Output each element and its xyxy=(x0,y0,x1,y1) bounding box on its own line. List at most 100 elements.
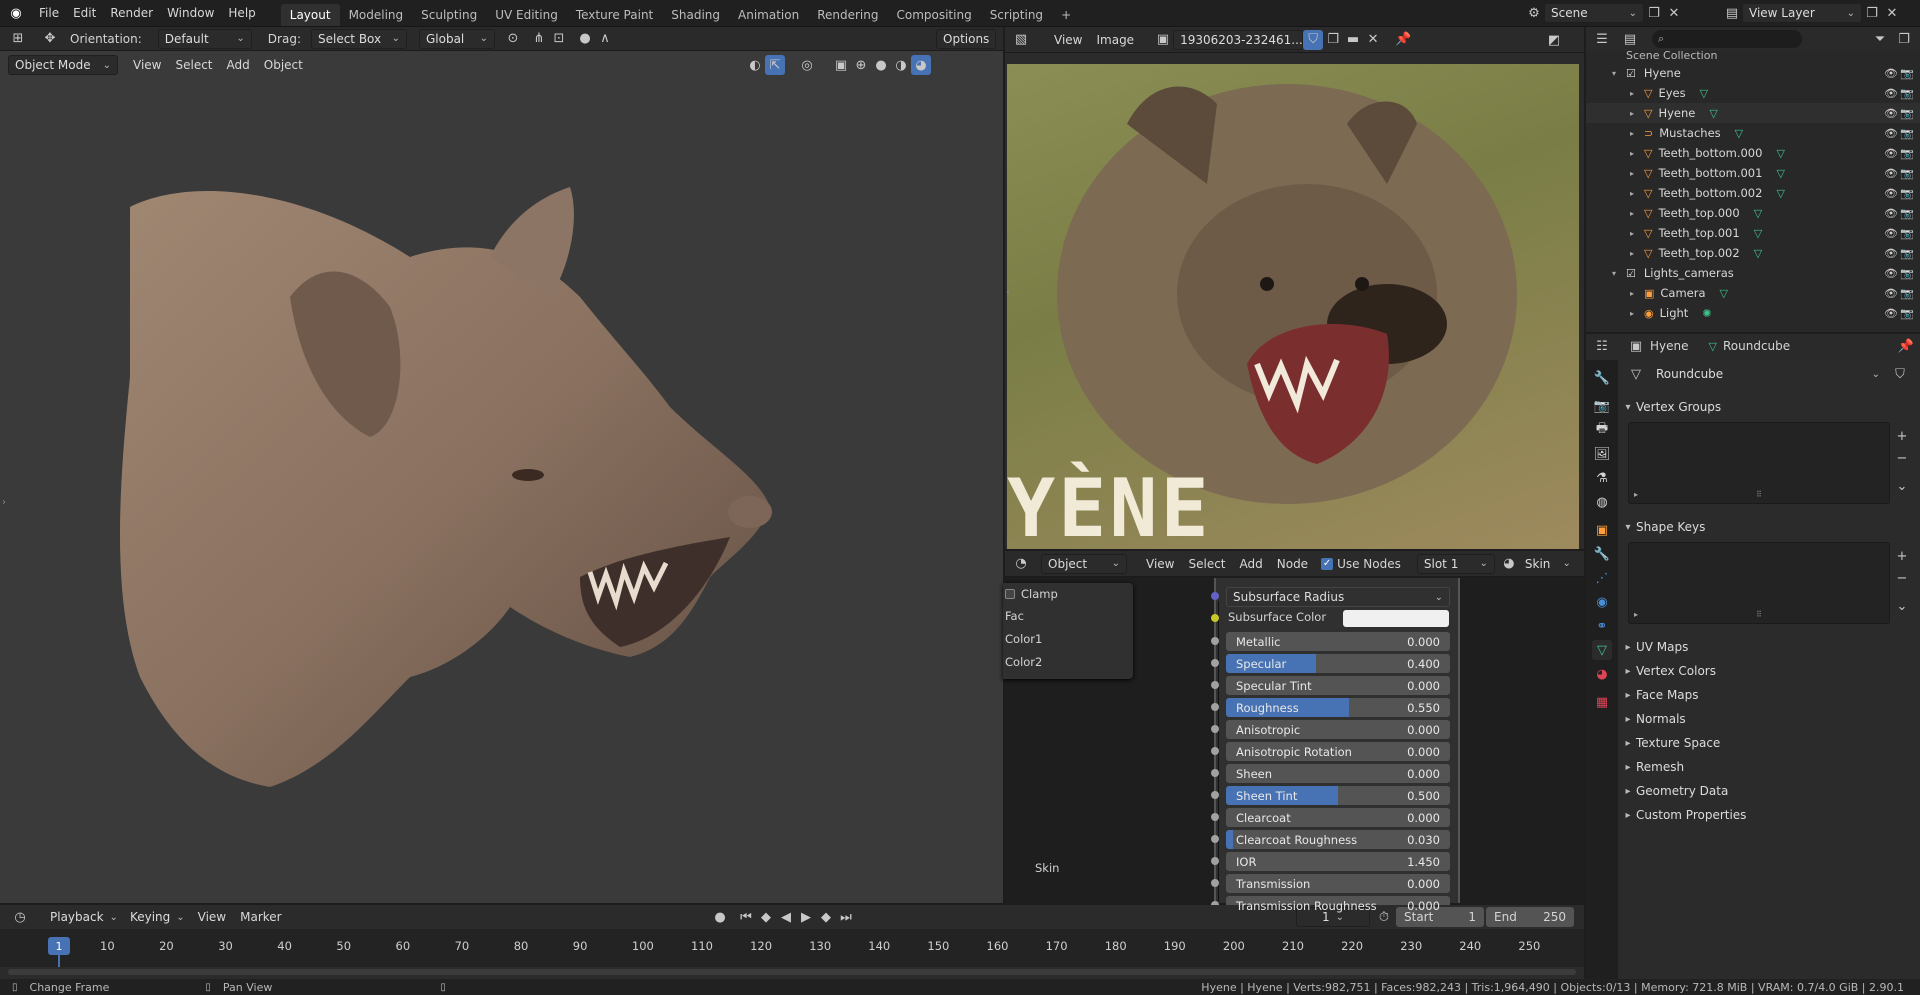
object-data-icon[interactable]: ▽ xyxy=(1776,167,1784,180)
remove-scene-icon[interactable]: ✕ xyxy=(1664,3,1684,23)
unlink-image-icon[interactable]: ✕ xyxy=(1363,30,1383,50)
visibility-eye-icon[interactable]: 👁 xyxy=(1884,187,1898,200)
texture-tab-icon[interactable]: ▦ xyxy=(1592,692,1612,712)
mesh-browse-icon[interactable]: ▽ xyxy=(1626,364,1646,384)
end-frame-field[interactable]: End 250 xyxy=(1486,907,1574,927)
collapsed-panel[interactable]: ▸ Face Maps xyxy=(1620,684,1916,706)
render-camera-icon[interactable]: 📷 xyxy=(1900,187,1914,200)
param-field[interactable]: Anisotropic Rotation 0.000 xyxy=(1226,742,1450,761)
modifier-tab-icon[interactable]: 🔧 xyxy=(1592,544,1612,564)
param-socket[interactable] xyxy=(1211,879,1219,887)
tab-animation[interactable]: Animation xyxy=(729,4,808,26)
color1-input[interactable]: Color1 xyxy=(1005,628,1133,651)
collapsed-panel[interactable]: ▸ Normals xyxy=(1620,708,1916,730)
tool-tab-icon[interactable]: 🔧 xyxy=(1592,368,1612,388)
snap-target-icon[interactable]: ⊡ xyxy=(549,29,569,49)
object-mode-dropdown[interactable]: Object Mode xyxy=(8,55,118,75)
timeline-scrollbar[interactable] xyxy=(8,969,1576,975)
node-menu-view[interactable]: View xyxy=(1139,557,1181,571)
tab-sculpting[interactable]: Sculpting xyxy=(412,4,486,26)
vertex-group-menu-icon[interactable]: ⌄ xyxy=(1892,476,1912,496)
material-browse-icon[interactable]: ◕ xyxy=(1499,554,1519,574)
visibility-eye-icon[interactable]: 👁 xyxy=(1884,227,1898,240)
expand-arrow-icon[interactable]: ▸ xyxy=(1630,129,1644,138)
vertex-groups-resize-handle[interactable]: ⠿ xyxy=(1756,490,1762,499)
orientation-dropdown[interactable]: Default xyxy=(157,28,252,49)
outliner-search[interactable]: ⌕ xyxy=(1652,30,1802,48)
visibility-eye-icon[interactable]: 👁 xyxy=(1884,167,1898,180)
solid-shading-icon[interactable]: ● xyxy=(871,55,891,75)
remove-vertex-group-icon[interactable]: − xyxy=(1892,448,1912,468)
pivot-icon[interactable]: ⊙ xyxy=(503,29,523,49)
object-data-icon[interactable]: ▽ xyxy=(1776,187,1784,200)
remove-shape-key-icon[interactable]: − xyxy=(1892,568,1912,588)
subsurface-radius-dropdown[interactable]: Subsurface Radius xyxy=(1226,587,1450,607)
subsurface-color-swatch[interactable] xyxy=(1343,610,1449,627)
play-icon[interactable]: ▶ xyxy=(796,907,816,927)
new-collection-icon[interactable]: ❐ xyxy=(1894,29,1914,49)
tab-shading[interactable]: Shading xyxy=(662,4,729,26)
play-reverse-icon[interactable]: ◀ xyxy=(776,907,796,927)
expand-arrow-icon[interactable]: ▸ xyxy=(1630,189,1644,198)
param-field[interactable]: Specular Tint 0.000 xyxy=(1226,676,1450,695)
param-socket[interactable] xyxy=(1211,703,1219,711)
expand-arrow-icon[interactable]: ▾ xyxy=(1612,269,1626,278)
render-camera-icon[interactable]: 📷 xyxy=(1900,167,1914,180)
node-menu-node[interactable]: Node xyxy=(1270,557,1315,571)
object-data-icon[interactable]: ✺ xyxy=(1702,307,1711,320)
menu-file[interactable]: File xyxy=(32,6,66,20)
pin-properties-icon[interactable]: 📌 xyxy=(1896,336,1916,356)
falloff-icon[interactable]: ∧ xyxy=(595,29,615,49)
param-socket[interactable] xyxy=(1211,857,1219,865)
physics-tab-icon[interactable]: ◉ xyxy=(1592,592,1612,612)
render-camera-icon[interactable]: 📷 xyxy=(1900,147,1914,160)
visibility-eye-icon[interactable]: 👁 xyxy=(1884,207,1898,220)
transform-orientation-dropdown[interactable]: Global xyxy=(418,28,495,49)
fake-user-icon[interactable]: ⛉ xyxy=(1303,29,1324,50)
node-menu-select[interactable]: Select xyxy=(1181,557,1232,571)
playback-menu[interactable]: Playback xyxy=(44,907,124,927)
record-icon[interactable]: ● xyxy=(710,907,730,927)
proportional-edit-icon[interactable]: ● xyxy=(575,29,595,49)
remove-view-layer-icon[interactable]: ✕ xyxy=(1882,3,1902,23)
menu-render[interactable]: Render xyxy=(103,6,160,20)
stopwatch-icon[interactable]: ⏱ xyxy=(1374,907,1394,927)
render-camera-icon[interactable]: 📷 xyxy=(1900,267,1914,280)
visibility-eye-icon[interactable]: 👁 xyxy=(1884,87,1898,100)
object-data-icon[interactable]: ▣ xyxy=(1626,336,1646,356)
properties-type-icon[interactable]: ☷ xyxy=(1592,336,1612,356)
slot-dropdown[interactable]: Slot 1 xyxy=(1416,553,1495,574)
options-dropdown[interactable]: Options xyxy=(936,29,996,49)
expand-arrow-icon[interactable]: ▸ xyxy=(1630,289,1644,298)
param-field[interactable]: Sheen 0.000 xyxy=(1226,764,1450,783)
shape-keys-expand-icon[interactable]: ▸ xyxy=(1634,610,1638,619)
render-camera-icon[interactable]: 📷 xyxy=(1900,87,1914,100)
outliner-type-icon[interactable]: ☰ xyxy=(1592,29,1612,49)
constraints-tab-icon[interactable]: ⚭ xyxy=(1592,616,1612,636)
object-data-icon[interactable]: ▽ xyxy=(1754,207,1762,220)
image-menu-image[interactable]: Image xyxy=(1089,33,1141,47)
param-field[interactable]: Sheen Tint 0.500 xyxy=(1226,786,1450,805)
render-camera-icon[interactable]: 📷 xyxy=(1900,247,1914,260)
outliner-collection-row[interactable]: ▾ ☑ Lights_cameras 👁 📷 xyxy=(1586,263,1920,283)
collapsed-panel[interactable]: ▸ Vertex Colors xyxy=(1620,660,1916,682)
fac-input[interactable]: Fac xyxy=(1005,605,1133,628)
collapsed-panel[interactable]: ▸ Custom Properties xyxy=(1620,804,1916,826)
param-field[interactable]: Transmission Roughness 0.000 xyxy=(1226,896,1450,915)
param-socket[interactable] xyxy=(1211,637,1219,645)
object-data-icon[interactable]: ▽ xyxy=(1700,87,1708,100)
image-menu-view[interactable]: View xyxy=(1047,33,1089,47)
transform-tool-icon[interactable]: ✥ xyxy=(40,29,60,49)
playhead[interactable]: 1 xyxy=(48,937,70,955)
param-field[interactable]: Anisotropic 0.000 xyxy=(1226,720,1450,739)
mix-rgb-node[interactable]: Clamp Fac Color1 Color2 xyxy=(1003,583,1133,679)
viewport-menu-object[interactable]: Object xyxy=(257,58,310,72)
render-camera-icon[interactable]: 📷 xyxy=(1900,107,1914,120)
view-layer-tab-icon[interactable]: 🖼 xyxy=(1592,444,1612,464)
param-field[interactable]: Clearcoat 0.000 xyxy=(1226,808,1450,827)
expand-arrow-icon[interactable]: ▸ xyxy=(1630,169,1644,178)
viewport-menu-add[interactable]: Add xyxy=(220,58,257,72)
particles-tab-icon[interactable]: ⋰ xyxy=(1592,568,1612,588)
image-name-field[interactable]: 19306203-232461... xyxy=(1173,29,1304,50)
outliner-object-row[interactable]: ▸ ▽ Hyene ▽ 👁 📷 xyxy=(1586,103,1920,123)
